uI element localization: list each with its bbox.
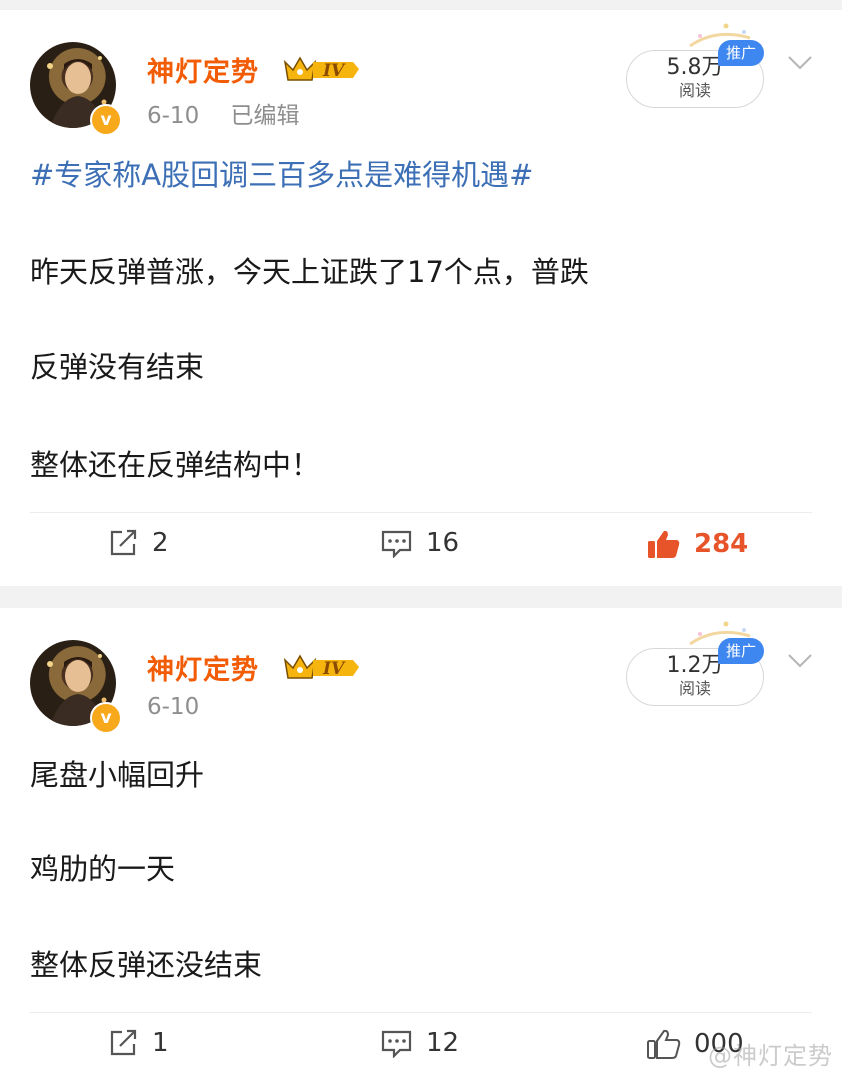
comment-button[interactable]: 16 xyxy=(380,528,459,558)
post-paragraph: 整体反弹还没结束 xyxy=(30,948,263,982)
post-paragraph: 反弹没有结束 xyxy=(30,350,205,384)
like-icon xyxy=(647,1029,681,1059)
chevron-down-icon[interactable] xyxy=(786,54,814,72)
comment-icon xyxy=(381,530,412,558)
crown-icon: IV xyxy=(283,54,361,88)
post-paragraph: 鸡肋的一天 xyxy=(30,852,176,886)
verified-badge: v xyxy=(90,104,122,136)
post-paragraph: 整体还在反弹结构中！ xyxy=(30,448,321,482)
post-date: 6-10 xyxy=(147,103,200,129)
crown-icon: IV xyxy=(283,652,361,686)
post-meta: 6-10 已编辑 xyxy=(147,96,300,130)
username[interactable]: 神灯定势 xyxy=(147,50,259,89)
verified-badge: v xyxy=(90,702,122,734)
comment-icon xyxy=(381,1030,412,1058)
like-icon xyxy=(648,530,680,558)
like-button[interactable]: 284 xyxy=(646,528,748,560)
hashtag-topic[interactable]: #专家称A股回调三百多点是难得机遇# xyxy=(30,158,533,192)
promo-badge[interactable]: 推广 xyxy=(718,40,764,66)
comment-count: 12 xyxy=(426,1028,460,1058)
username[interactable]: 神灯定势 xyxy=(147,648,259,687)
edited-label[interactable]: 已编辑 xyxy=(231,103,300,129)
share-icon xyxy=(110,529,137,556)
share-count: 2 xyxy=(152,528,169,558)
share-button[interactable]: 1 xyxy=(108,1028,169,1058)
comment-button[interactable]: 12 xyxy=(380,1028,459,1058)
share-icon xyxy=(110,1029,137,1056)
level-badge-text: IV xyxy=(322,61,346,81)
promo-badge[interactable]: 推广 xyxy=(718,638,764,664)
like-count: 284 xyxy=(694,529,749,559)
chevron-down-icon[interactable] xyxy=(786,652,814,670)
post-card-2: v 神灯定势 IV 6-10 1.2万 阅读 推广 尾盘小幅回升 鸡肋的一天 整… xyxy=(0,608,842,1080)
read-label: 阅读 xyxy=(678,679,711,698)
watermark: @神灯定势 xyxy=(708,1042,833,1070)
divider xyxy=(30,1012,812,1013)
divider xyxy=(30,512,812,513)
post-date: 6-10 xyxy=(147,694,200,720)
read-label: 阅读 xyxy=(678,81,711,100)
post-meta: 6-10 xyxy=(147,694,199,720)
share-button[interactable]: 2 xyxy=(108,528,169,558)
level-badge-text: IV xyxy=(322,659,346,679)
comment-count: 16 xyxy=(426,528,460,558)
post-paragraph: 昨天反弹普涨，今天上证跌了17个点，普跌 xyxy=(30,255,589,289)
share-count: 1 xyxy=(152,1028,169,1058)
post-paragraph: 尾盘小幅回升 xyxy=(30,758,205,792)
post-card-1: v 神灯定势 IV 6-10 已编辑 5.8万 阅读 推广 #专家称A股回调三百… xyxy=(0,10,842,586)
